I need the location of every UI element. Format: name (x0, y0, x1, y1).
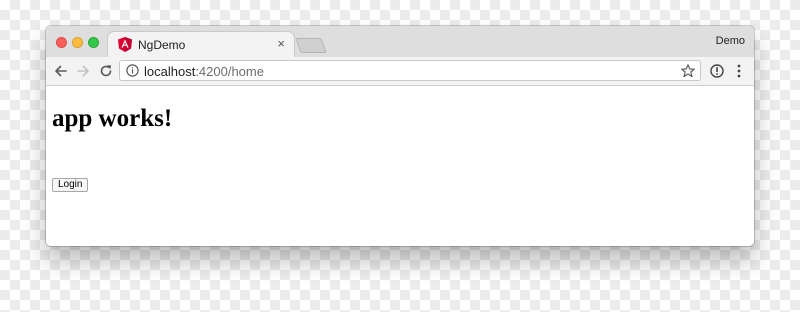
title-bar: NgDemo × Demo (46, 26, 754, 58)
tab-title: NgDemo (138, 38, 186, 52)
login-button[interactable]: Login (52, 178, 89, 192)
extension-icon[interactable] (710, 64, 724, 78)
address-bar[interactable]: localhost:4200/home (119, 60, 701, 81)
angular-logo-icon (118, 37, 132, 52)
info-icon[interactable] (126, 64, 139, 77)
url-path: :4200/home (195, 64, 264, 79)
url-host: localhost (144, 64, 196, 79)
window-minimize-button[interactable] (72, 37, 83, 48)
url-text[interactable]: localhost:4200/home (144, 64, 264, 79)
browser-window: NgDemo × Demo localhost:4200/home app wo… (46, 26, 754, 246)
kebab-menu-icon[interactable] (734, 63, 744, 79)
profile-name[interactable]: Demo (716, 35, 745, 47)
reload-icon[interactable] (96, 61, 116, 81)
page-title: app works! (52, 105, 173, 132)
tab-ngdemo[interactable]: NgDemo × (108, 32, 294, 58)
new-tab-button[interactable] (295, 38, 327, 53)
arrow-right-icon[interactable] (73, 61, 93, 81)
window-close-button[interactable] (56, 37, 67, 48)
star-icon[interactable] (680, 63, 696, 79)
page-content: app works! Login (46, 86, 754, 246)
browser-toolbar: localhost:4200/home (46, 57, 754, 86)
window-maximize-button[interactable] (88, 37, 99, 48)
tab-close-icon[interactable]: × (277, 36, 285, 52)
arrow-left-icon[interactable] (51, 61, 71, 81)
